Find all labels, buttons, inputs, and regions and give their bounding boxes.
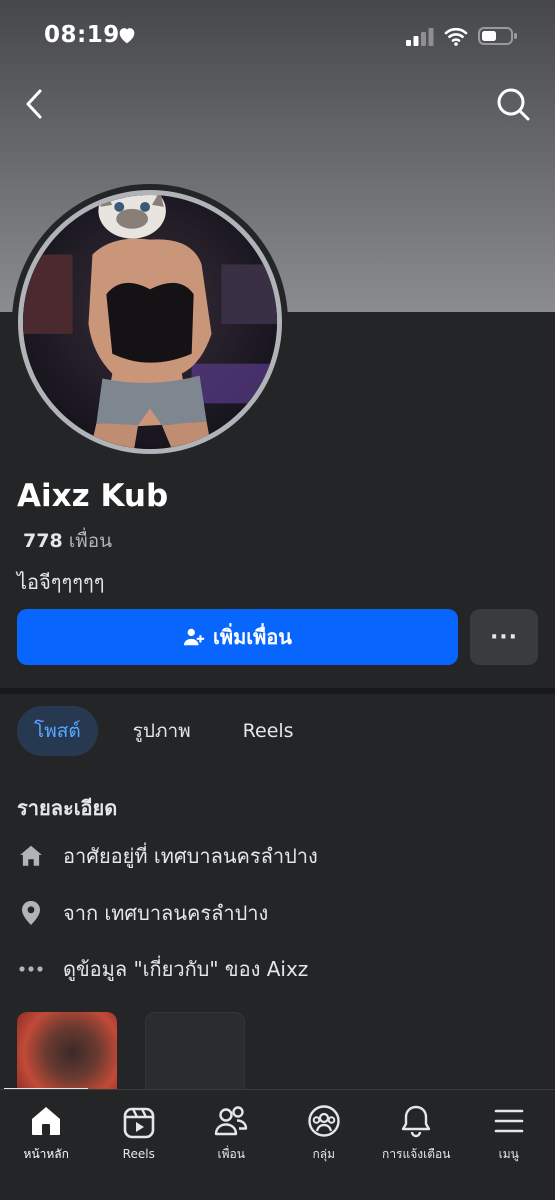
tab-photos[interactable]: รูปภาพ [116, 706, 208, 756]
tab-posts[interactable]: โพสต์ [17, 706, 98, 756]
bottom-navigation: หน้าหลัก Reels เพื่อน กลุ่ม การแจ้งเตือน… [0, 1089, 555, 1200]
groups-icon [308, 1104, 340, 1137]
nav-notifications-label: การแจ้งเตือน [382, 1146, 451, 1161]
status-time: 08:19 [44, 22, 120, 48]
nav-friends[interactable]: เพื่อน [185, 1090, 278, 1176]
cellular-signal-icon [406, 28, 434, 46]
profile-bio: ไอจีๆๆๆๆๆ [17, 570, 105, 594]
details-title: รายละเอียด [17, 796, 118, 820]
heart-icon [119, 28, 135, 44]
profile-tabs: โพสต์ รูปภาพ Reels [17, 706, 311, 756]
nav-reels-label: Reels [122, 1147, 155, 1161]
about-text: ดูข้อมูล "เกี่ยวกับ" ของ Aixz [63, 957, 309, 981]
avatar-picture [23, 195, 277, 449]
friends-count-number: 778 [23, 530, 63, 552]
tab-reels[interactable]: Reels [226, 706, 311, 756]
nav-reels[interactable]: Reels [93, 1090, 186, 1176]
detail-about-link[interactable]: ดูข้อมูล "เกี่ยวกับ" ของ Aixz [17, 951, 308, 987]
profile-avatar[interactable] [12, 184, 288, 460]
location-pin-icon [17, 899, 45, 927]
avatar-image [18, 190, 282, 454]
home-icon [32, 1106, 61, 1135]
more-options-icon: ··· [489, 624, 519, 650]
nav-home-label: หน้าหลัก [23, 1146, 69, 1161]
battery-icon [478, 27, 517, 45]
more-dots-icon [17, 955, 45, 983]
lives-in-text: อาศัยอยู่ที่ เทศบาลนครลำปาง [63, 844, 318, 868]
bell-icon [402, 1105, 431, 1137]
reels-icon [123, 1107, 155, 1139]
back-button[interactable] [18, 86, 50, 122]
search-button[interactable] [494, 84, 532, 124]
status-bar: 08:19 [0, 0, 555, 72]
add-friend-icon [183, 628, 205, 646]
section-divider [0, 688, 555, 694]
nav-notifications[interactable]: การแจ้งเตือน [370, 1090, 463, 1176]
friends-count[interactable]: 778 เพื่อน [23, 526, 112, 556]
profile-name: Aixz Kub [17, 478, 169, 514]
friends-icon [215, 1105, 248, 1135]
detail-lives-in: อาศัยอยู่ที่ เทศบาลนครลำปาง [17, 838, 318, 874]
from-text: จาก เทศบาลนครลำปาง [63, 901, 269, 925]
nav-groups-label: กลุ่ม [312, 1146, 336, 1161]
wifi-icon [444, 27, 468, 46]
friends-count-label: เพื่อน [68, 530, 113, 552]
add-friend-button[interactable]: เพิ่มเพื่อน [17, 609, 458, 665]
nav-home[interactable]: หน้าหลัก [0, 1090, 93, 1176]
nav-friends-label: เพื่อน [217, 1146, 245, 1161]
add-friend-label: เพิ่มเพื่อน [213, 625, 292, 649]
nav-menu[interactable]: เมนู [463, 1090, 555, 1176]
detail-from: จาก เทศบาลนครลำปาง [17, 895, 268, 931]
home-detail-icon [17, 842, 45, 870]
more-options-button[interactable]: ··· [470, 609, 538, 665]
nav-menu-label: เมนู [498, 1146, 519, 1161]
nav-groups[interactable]: กลุ่ม [278, 1090, 371, 1176]
menu-icon [494, 1109, 524, 1132]
